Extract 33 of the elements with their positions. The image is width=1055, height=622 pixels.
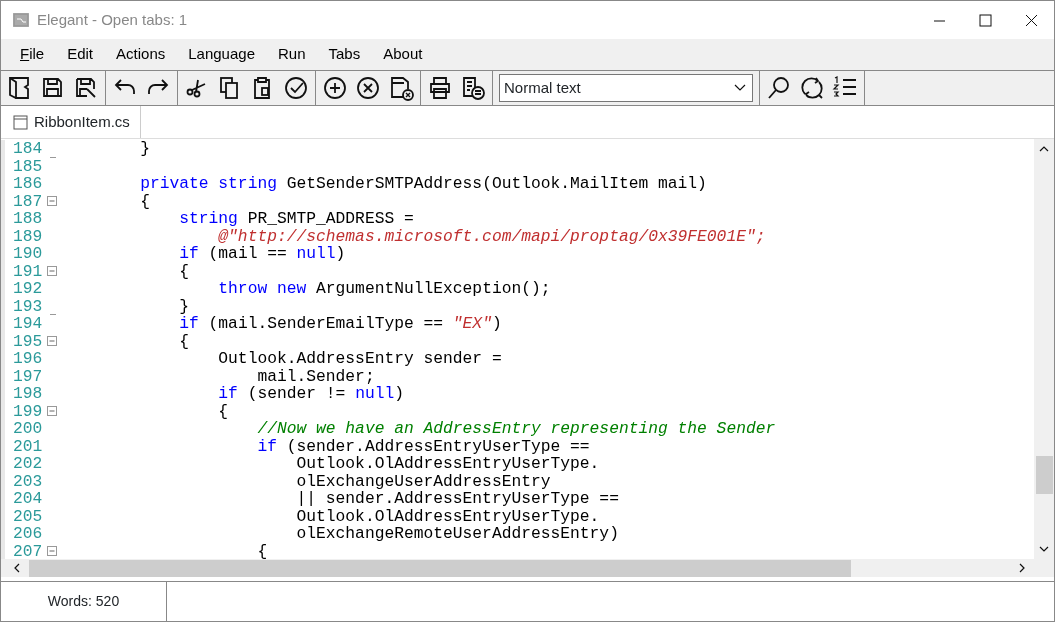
code-line: if (sender.AddressEntryUserType == bbox=[256, 437, 590, 455]
code-line: Outlook.OlAddressEntryUserType. bbox=[295, 455, 600, 473]
code-line: Outlook.OlAddressEntryUserType. bbox=[295, 507, 600, 525]
code-line: if (mail.SenderEmailType == "EX") bbox=[178, 315, 502, 333]
code-line: } bbox=[139, 140, 150, 158]
code-line: if (sender != null) bbox=[217, 385, 404, 403]
code-line: { bbox=[217, 402, 229, 420]
code-line: throw new ArgumentNullException(); bbox=[217, 280, 551, 298]
code-line: } bbox=[178, 297, 189, 315]
menu-item[interactable]: File bbox=[9, 43, 57, 66]
menu-item[interactable]: Actions bbox=[105, 43, 178, 66]
code-line: olExchangeRemoteUserAddressEntry) bbox=[295, 525, 619, 543]
code-line: private string GetSenderSMTPAddress(Outlook.MailItem mail) bbox=[139, 175, 707, 193]
word-count: Words: 520 bbox=[47, 592, 120, 611]
code-line: { bbox=[178, 262, 189, 280]
menu-item[interactable]: Language bbox=[177, 43, 267, 66]
code-line: @"http://schemas.microsoft.com/mapi/proptag/0x39FE001E"; bbox=[217, 227, 766, 245]
code-line: olExchangeUserAddressEntry bbox=[295, 472, 551, 490]
code-line: //Now we have an AddressEntry representing the Sender bbox=[256, 420, 776, 438]
code-line: if (mail == null) bbox=[178, 245, 346, 263]
code-line: Outlook.AddressEntry sender = bbox=[217, 350, 502, 368]
code-line: { bbox=[139, 192, 150, 210]
menu-item[interactable]: Tabs bbox=[317, 43, 373, 66]
style-dropdown[interactable]: Normal text bbox=[499, 74, 753, 102]
menu-item[interactable]: About bbox=[372, 43, 435, 66]
code-line: string PR_SMTP_ADDRESS = bbox=[178, 210, 414, 228]
code-line: mail.Sender; bbox=[256, 367, 375, 385]
menu-item[interactable]: Edit bbox=[56, 43, 106, 66]
code-line: || sender.AddressEntryUserType == bbox=[295, 490, 619, 508]
code-line: { bbox=[178, 332, 189, 350]
window-title: Elegant - Open tabs: 1 bbox=[37, 9, 188, 30]
menu-item[interactable]: Run bbox=[267, 43, 318, 66]
code-line: { bbox=[256, 542, 268, 559]
